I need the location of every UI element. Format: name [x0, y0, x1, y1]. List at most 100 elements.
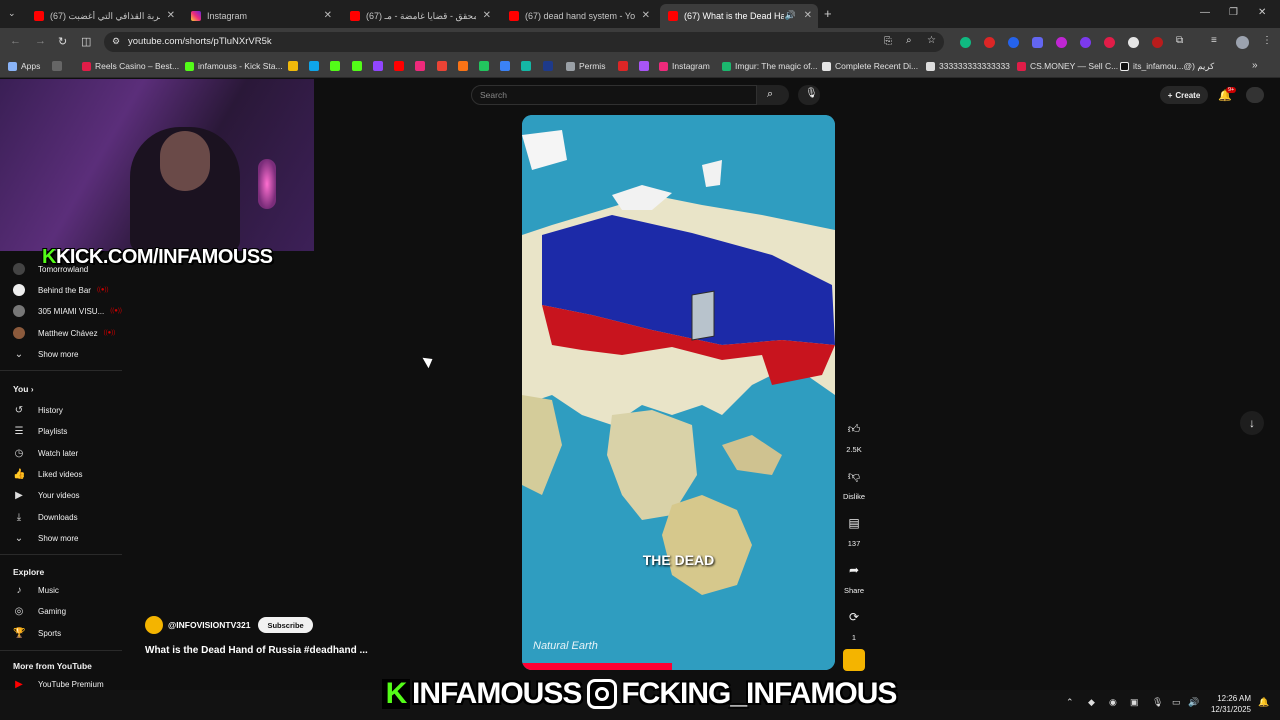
- sidebar-sub-behind-the-bar[interactable]: Behind the Bar ((●)): [13, 283, 109, 297]
- notifications-icon[interactable]: 🔔: [1258, 697, 1269, 708]
- site-info-icon[interactable]: ⚙: [112, 36, 120, 47]
- zoom-icon[interactable]: ⌕: [906, 35, 912, 46]
- mic-icon[interactable]: 🎙: [1152, 697, 1163, 708]
- forward-icon[interactable]: →: [35, 35, 46, 47]
- grid-icon[interactable]: [52, 61, 62, 71]
- tab-search-icon[interactable]: ⌄: [8, 8, 16, 19]
- bookmark-icon[interactable]: [639, 61, 649, 71]
- bookmark-icon[interactable]: [618, 61, 628, 71]
- tray-app-icon[interactable]: ▣: [1130, 697, 1139, 708]
- channel-thumbnail[interactable]: [843, 649, 865, 671]
- bookmark-imgur[interactable]: Imgur: The magic of...: [722, 61, 818, 71]
- bookmark-reels-casino[interactable]: Reels Casino – Best...: [82, 61, 179, 71]
- remix-icon[interactable]: ⟳: [842, 605, 866, 629]
- extension-icon[interactable]: [1152, 37, 1163, 48]
- bookmark-333[interactable]: 333333333333333: [926, 61, 1010, 71]
- bookmark-icon[interactable]: [521, 61, 531, 71]
- youtube-icon[interactable]: [394, 61, 404, 71]
- volume-icon[interactable]: 🔊: [1188, 697, 1199, 708]
- sidebar-show-more-you[interactable]: ⌄ Show more: [13, 531, 79, 545]
- bookmark-icon[interactable]: [458, 61, 468, 71]
- like-icon[interactable]: 👍︎: [842, 417, 866, 441]
- sidebar-toggle-icon[interactable]: ◫: [81, 35, 91, 48]
- subscribe-button[interactable]: Subscribe: [258, 617, 313, 633]
- browser-menu-icon[interactable]: ⋮: [1262, 35, 1272, 46]
- close-icon[interactable]: ✕: [324, 10, 332, 21]
- bookmark-icon[interactable]: [543, 61, 553, 71]
- bookmark-csmoney[interactable]: CS.MONEY — Sell C...: [1017, 61, 1118, 71]
- sidebar-item-liked-videos[interactable]: 👍 Liked videos: [13, 467, 82, 481]
- discord-icon[interactable]: ◉: [1109, 697, 1117, 708]
- short-video[interactable]: [522, 115, 835, 670]
- media-controls-icon[interactable]: ≡: [1211, 35, 1217, 46]
- url-text[interactable]: youtube.com/shorts/pTluNXrVR5k: [128, 36, 272, 47]
- create-button[interactable]: + Create: [1160, 86, 1208, 104]
- comments-action[interactable]: ▤ 137: [841, 511, 867, 548]
- install-icon[interactable]: ⎘: [884, 36, 892, 47]
- sidebar-item-music[interactable]: ♪ Music: [13, 583, 59, 597]
- search-input[interactable]: [471, 85, 757, 105]
- extension-icon[interactable]: [1008, 37, 1019, 48]
- sidebar-item-your-videos[interactable]: ▶ Your videos: [13, 488, 79, 502]
- bookmark-icon[interactable]: [479, 61, 489, 71]
- tab-4-active[interactable]: (67) What is the Dead Hand 🔊 ✕: [660, 4, 818, 28]
- video-title[interactable]: What is the Dead Hand of Russia #deadhan…: [145, 645, 368, 656]
- reload-icon[interactable]: ↻: [58, 35, 67, 48]
- dislike-icon[interactable]: 👎︎: [842, 464, 866, 488]
- sidebar-item-downloads[interactable]: ⤓ Downloads: [13, 510, 78, 524]
- bookmark-kick[interactable]: infamouss - Kick Sta...: [185, 61, 283, 71]
- extension-icon[interactable]: [960, 37, 971, 48]
- avatar[interactable]: [1246, 87, 1264, 103]
- sidebar-sub-matthew-chavez[interactable]: Matthew Chávez ((●)): [13, 326, 115, 340]
- gmail-icon[interactable]: [437, 61, 447, 71]
- bookmark-icon[interactable]: [500, 61, 510, 71]
- extension-icon[interactable]: [1104, 37, 1115, 48]
- tab-2[interactable]: (67) المحقق - قضايا غامضة - مـ ✕: [342, 4, 497, 28]
- remix-action[interactable]: ⟳ 1: [841, 605, 867, 642]
- sidebar-item-watch-later[interactable]: ◷ Watch later: [13, 446, 79, 460]
- network-icon[interactable]: ▭: [1172, 697, 1181, 708]
- kick-icon[interactable]: [330, 61, 340, 71]
- share-action[interactable]: ➦ Share: [841, 558, 867, 595]
- chevron-up-icon[interactable]: ⌃: [1066, 697, 1074, 708]
- tab-0[interactable]: (67) ضربة القذافي التي أغضبت ✕: [26, 4, 181, 28]
- new-tab-icon[interactable]: +: [824, 6, 832, 21]
- close-icon[interactable]: ✕: [804, 10, 812, 21]
- extension-icon[interactable]: [1056, 37, 1067, 48]
- sidebar-show-more-subs[interactable]: ⌄ Show more: [13, 347, 79, 361]
- extension-icon[interactable]: [1080, 37, 1091, 48]
- close-icon[interactable]: ✕: [483, 10, 491, 21]
- tray-app-icon[interactable]: ◆: [1088, 697, 1095, 708]
- speaker-icon[interactable]: 🔊: [785, 10, 796, 21]
- bookmark-tiktok[interactable]: its_infamou...@) كريم: [1120, 61, 1214, 72]
- sidebar-item-history[interactable]: ↺ History: [13, 403, 63, 417]
- tab-3[interactable]: (67) dead hand system - YouTu ✕: [501, 4, 656, 28]
- sidebar-sub-305-miami[interactable]: 305 MIAMI VISU... ((●)): [13, 304, 122, 318]
- restore-icon[interactable]: ❐: [1229, 7, 1238, 18]
- search-button[interactable]: ⌕: [757, 85, 789, 105]
- bookmark-github[interactable]: Complete Recent Di...: [822, 61, 918, 71]
- bookmark-apps[interactable]: Apps: [8, 61, 40, 71]
- bookmark-permis[interactable]: Permis: [566, 61, 605, 71]
- more-bookmarks-icon[interactable]: »: [1252, 60, 1258, 71]
- dislike-action[interactable]: 👎︎ Dislike: [841, 464, 867, 502]
- sidebar-item-playlists[interactable]: ☰ Playlists: [13, 424, 68, 438]
- extensions-puzzle-icon[interactable]: ⧉: [1176, 35, 1183, 46]
- sidebar-sub-tomorrowland[interactable]: Tomorrowland: [13, 262, 88, 276]
- share-icon[interactable]: ➦: [842, 558, 866, 582]
- profile-avatar[interactable]: [1236, 36, 1249, 49]
- extension-icon[interactable]: [1032, 37, 1043, 48]
- bookmark-instagram[interactable]: Instagram: [659, 61, 710, 71]
- extension-icon[interactable]: [1128, 37, 1139, 48]
- sidebar-you-heading[interactable]: You ›: [13, 384, 33, 394]
- minimize-icon[interactable]: —: [1200, 7, 1210, 18]
- tab-1[interactable]: Instagram ✕: [183, 4, 338, 28]
- back-icon[interactable]: ←: [10, 35, 21, 47]
- sidebar-item-youtube-premium[interactable]: ▶ YouTube Premium: [13, 677, 104, 691]
- binance-icon[interactable]: [288, 61, 298, 71]
- close-window-icon[interactable]: ✕: [1258, 7, 1266, 18]
- close-icon[interactable]: ✕: [167, 10, 175, 21]
- close-icon[interactable]: ✕: [642, 10, 650, 21]
- sidebar-item-gaming[interactable]: ◎ Gaming: [13, 604, 66, 618]
- bookmark-icon[interactable]: [309, 61, 319, 71]
